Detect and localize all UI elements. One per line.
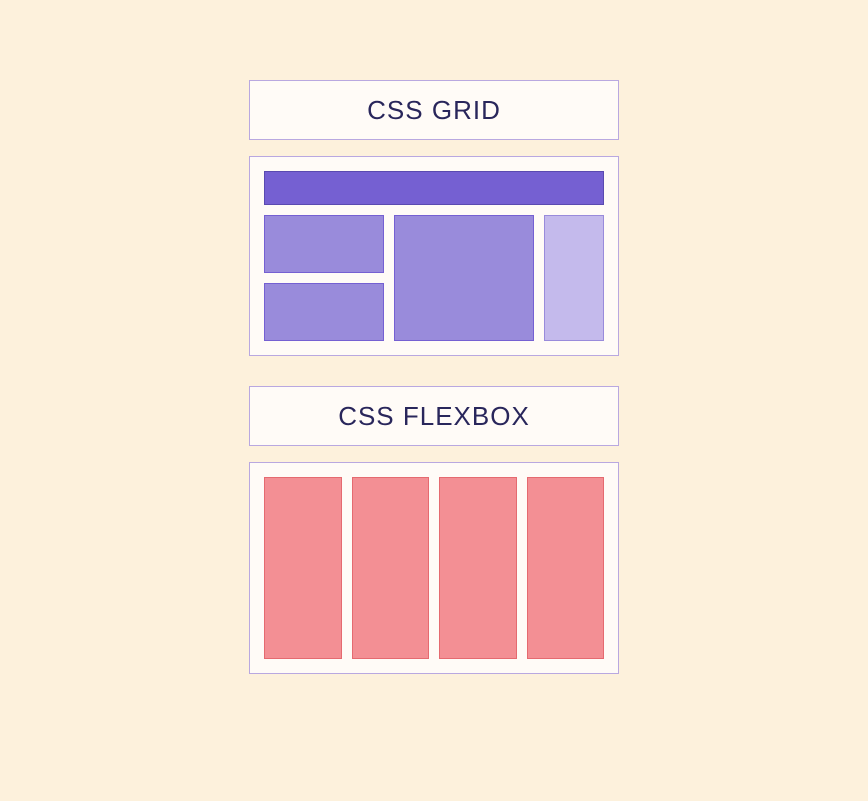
flex-item — [527, 477, 605, 659]
flexbox-label: CSS FLEXBOX — [338, 401, 530, 432]
grid-cell-header — [264, 171, 604, 205]
flex-item — [264, 477, 342, 659]
grid-cell-right — [544, 215, 604, 341]
grid-demo-panel — [249, 156, 619, 356]
grid-cell-center — [394, 215, 534, 341]
flexbox-demo-panel — [249, 462, 619, 674]
flex-item — [439, 477, 517, 659]
flex-item — [352, 477, 430, 659]
grid-label-panel: CSS GRID — [249, 80, 619, 140]
grid-cell-left-bottom — [264, 283, 384, 341]
flexbox-label-panel: CSS FLEXBOX — [249, 386, 619, 446]
grid-cell-left-top — [264, 215, 384, 273]
grid-label: CSS GRID — [367, 95, 501, 126]
